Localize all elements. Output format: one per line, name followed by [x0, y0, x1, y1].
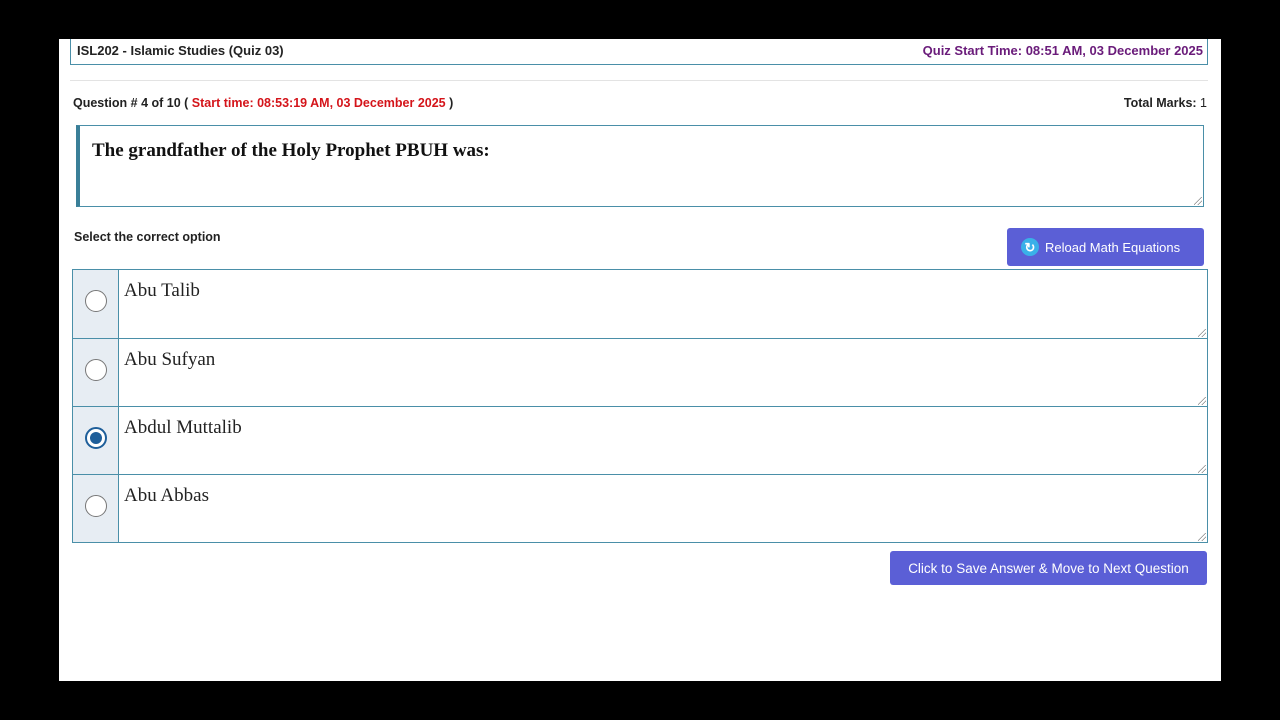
option-radio-2[interactable]: [85, 359, 107, 381]
options-list: Abu Talib Abu Sufyan Abdul Muttalib Abu …: [72, 269, 1208, 543]
option-text-cell: Abu Talib: [119, 270, 1207, 338]
option-text-1: Abu Talib: [124, 280, 200, 301]
resize-grip-icon[interactable]: [1198, 533, 1206, 541]
quiz-header: ISL202 - Islamic Studies (Quiz 03) Quiz …: [70, 39, 1208, 65]
resize-grip-icon[interactable]: [1194, 197, 1202, 205]
question-text: The grandfather of the Holy Prophet PBUH…: [92, 140, 490, 161]
radio-cell: [73, 270, 119, 338]
option-text-cell: Abu Abbas: [119, 475, 1207, 542]
select-option-label: Select the correct option: [74, 230, 221, 244]
reload-math-button[interactable]: ↻ Reload Math Equations: [1007, 228, 1204, 266]
option-row-1[interactable]: Abu Talib: [72, 269, 1208, 339]
option-text-cell: Abdul Muttalib: [119, 407, 1207, 474]
radio-cell: [73, 475, 119, 542]
option-row-2[interactable]: Abu Sufyan: [72, 338, 1208, 407]
option-radio-1[interactable]: [85, 290, 107, 312]
radio-cell: [73, 407, 119, 474]
refresh-icon: ↻: [1021, 238, 1039, 256]
question-number: Question # 4 of 10: [73, 96, 181, 110]
total-marks: Total Marks: 1: [1124, 96, 1207, 110]
question-start-time: Start time: 08:53:19 AM, 03 December 202…: [191, 96, 446, 110]
question-start-wrapper: ( Start time: 08:53:19 AM, 03 December 2…: [184, 96, 454, 110]
option-text-2: Abu Sufyan: [124, 349, 216, 370]
total-marks-label: Total Marks:: [1123, 96, 1197, 110]
option-radio-4[interactable]: [85, 495, 107, 517]
option-text-4: Abu Abbas: [124, 485, 209, 506]
save-next-button[interactable]: Click to Save Answer & Move to Next Ques…: [890, 551, 1207, 585]
course-title: ISL202 - Islamic Studies (Quiz 03): [77, 43, 284, 58]
resize-grip-icon[interactable]: [1198, 465, 1206, 473]
option-radio-3[interactable]: [85, 427, 107, 449]
resize-grip-icon[interactable]: [1198, 397, 1206, 405]
resize-grip-icon[interactable]: [1198, 329, 1206, 337]
quiz-page: ISL202 - Islamic Studies (Quiz 03) Quiz …: [59, 39, 1221, 681]
radio-cell: [73, 339, 119, 406]
total-marks-value: 1: [1200, 96, 1207, 110]
option-row-4[interactable]: Abu Abbas: [72, 474, 1208, 543]
quiz-start-time: Quiz Start Time: 08:51 AM, 03 December 2…: [922, 43, 1203, 58]
header-divider: [70, 80, 1208, 81]
option-text-cell: Abu Sufyan: [119, 339, 1207, 406]
question-textarea: The grandfather of the Holy Prophet PBUH…: [76, 125, 1204, 207]
option-text-3: Abdul Muttalib: [124, 417, 242, 438]
reload-math-label: Reload Math Equations: [1045, 239, 1181, 255]
option-row-3[interactable]: Abdul Muttalib: [72, 406, 1208, 475]
question-meta: Question # 4 of 10 ( Start time: 08:53:1…: [73, 96, 453, 110]
